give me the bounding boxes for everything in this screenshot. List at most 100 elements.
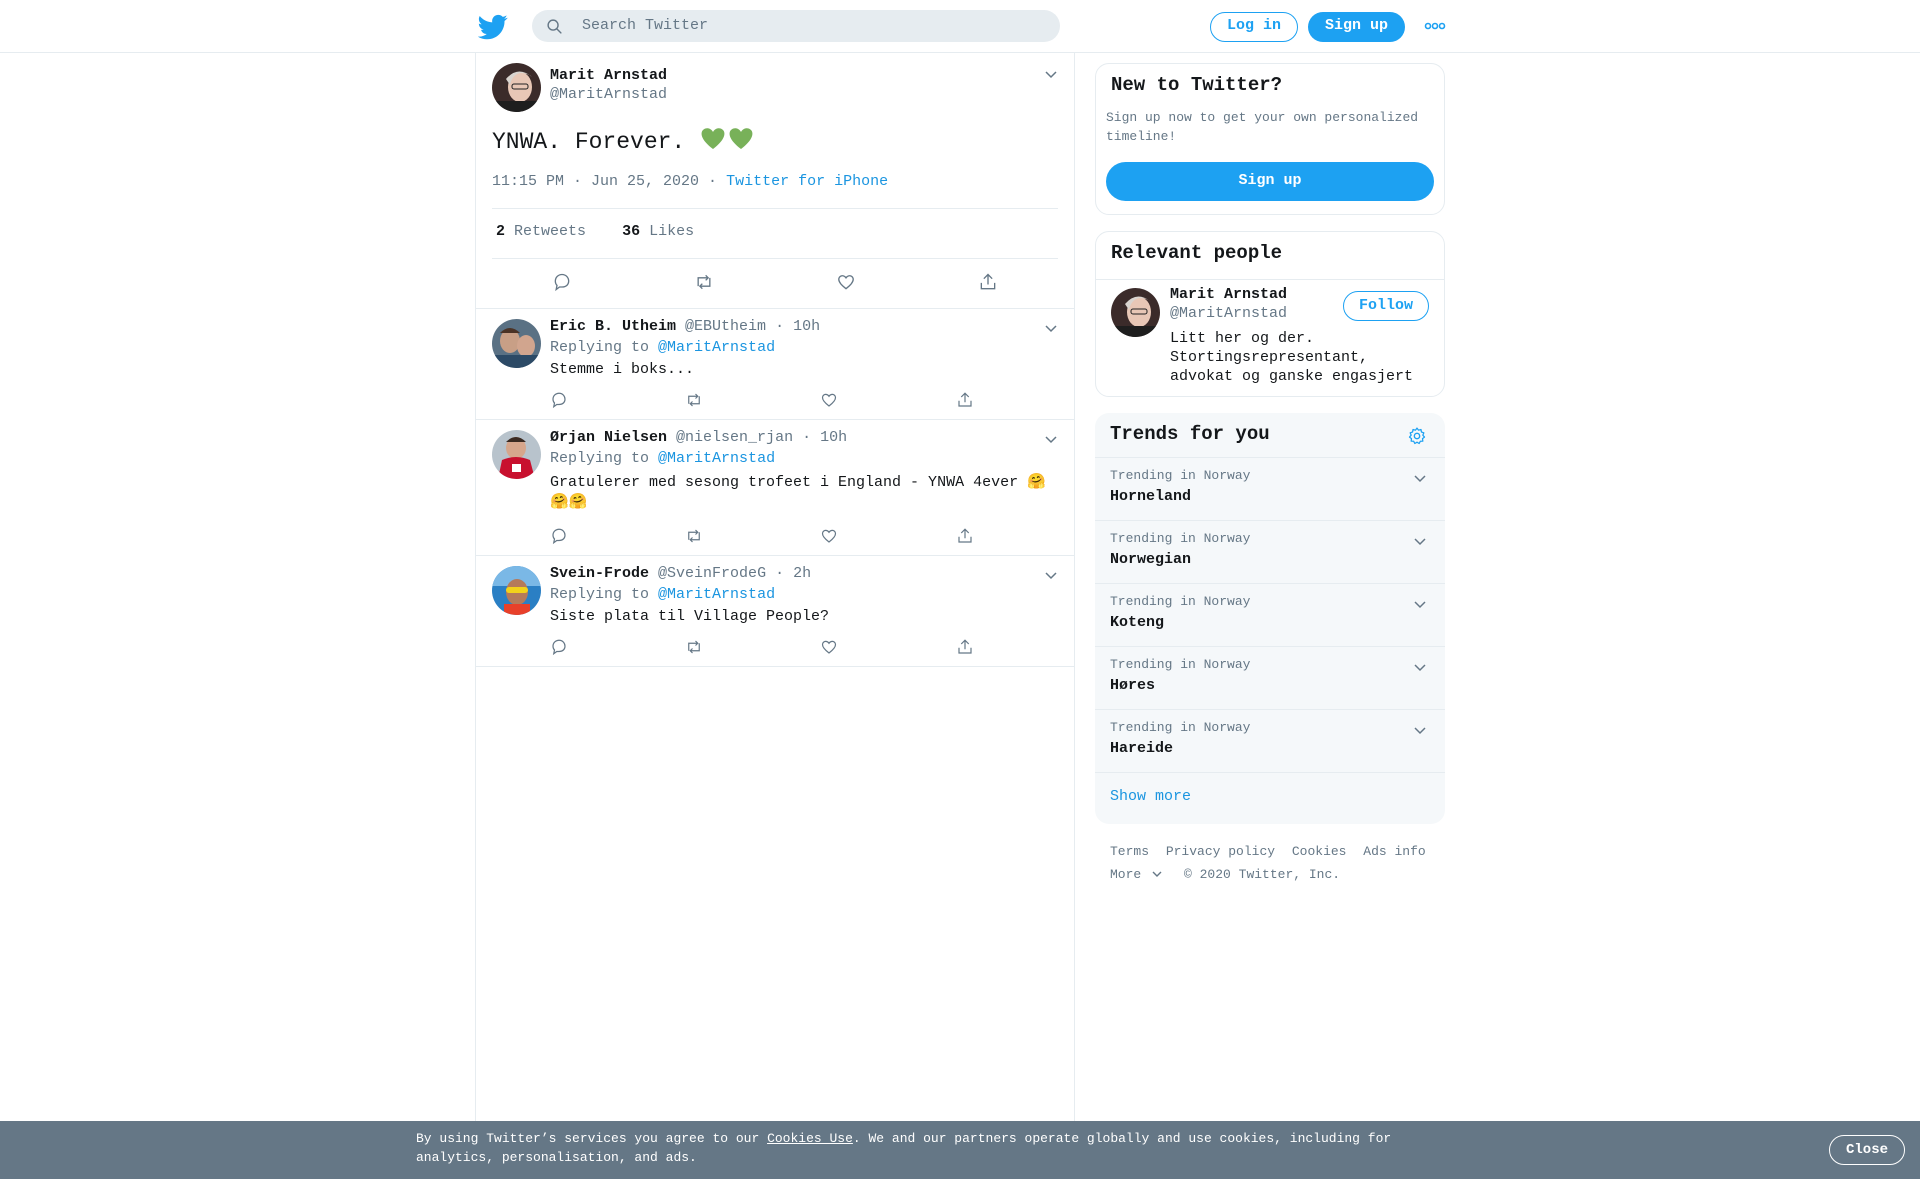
- reply-icon[interactable]: [550, 638, 568, 656]
- replying-to-line: Replying to @MaritArnstad: [550, 586, 775, 603]
- tweet-author-handle[interactable]: @MaritArnstad: [550, 86, 667, 103]
- sidebar-signup-button[interactable]: Sign up: [1106, 162, 1434, 201]
- chevron-down-icon[interactable]: [1044, 321, 1058, 335]
- share-icon[interactable]: [956, 391, 974, 409]
- search-bar[interactable]: Search Twitter: [532, 10, 1060, 42]
- like-icon[interactable]: [836, 272, 856, 292]
- show-more-link[interactable]: Show more: [1110, 788, 1191, 805]
- twitter-bird-icon[interactable]: [478, 12, 508, 42]
- like-icon[interactable]: [820, 527, 838, 545]
- trend-item[interactable]: Trending in Norway Koteng: [1095, 584, 1445, 647]
- relevant-people-title: Relevant people: [1111, 242, 1283, 264]
- trend-name[interactable]: Norwegian: [1110, 551, 1191, 568]
- share-icon[interactable]: [978, 272, 998, 292]
- retweet-icon[interactable]: [694, 272, 714, 292]
- chevron-down-icon[interactable]: [1413, 660, 1427, 674]
- person-name[interactable]: Marit Arnstad: [1170, 286, 1287, 303]
- reply-tweet[interactable]: Svein-Frode @SveinFrodeG · 2h Replying t…: [476, 556, 1074, 667]
- more-label: More: [1110, 867, 1142, 882]
- reply-author-name[interactable]: Svein-Frode: [550, 565, 649, 582]
- ads-info-link[interactable]: Ads info: [1363, 844, 1425, 859]
- avatar[interactable]: [1111, 288, 1160, 337]
- reply-author-handle[interactable]: @SveinFrodeG: [658, 565, 766, 582]
- reply-time[interactable]: · 2h: [775, 565, 811, 582]
- chevron-down-icon[interactable]: [1044, 67, 1058, 81]
- divider: [492, 258, 1058, 259]
- trend-item[interactable]: Trending in Norway Horneland: [1095, 458, 1445, 521]
- reply-icon[interactable]: [552, 272, 572, 292]
- replying-to-link[interactable]: @MaritArnstad: [658, 339, 775, 356]
- reply-icon[interactable]: [550, 391, 568, 409]
- trend-item[interactable]: Trending in Norway Høres: [1095, 647, 1445, 710]
- cookies-use-link[interactable]: Cookies Use: [767, 1131, 853, 1146]
- chevron-down-icon[interactable]: [1413, 723, 1427, 737]
- cookie-banner-text: By using Twitter’s services you agree to…: [416, 1129, 1416, 1167]
- terms-link[interactable]: Terms: [1110, 844, 1149, 859]
- more-menu[interactable]: More: [1110, 867, 1162, 882]
- cookies-link[interactable]: Cookies: [1292, 844, 1347, 859]
- avatar[interactable]: [492, 63, 541, 112]
- retweet-icon[interactable]: [685, 391, 703, 409]
- reply-author-name[interactable]: Eric B. Utheim: [550, 318, 676, 335]
- replying-to-link[interactable]: @MaritArnstad: [658, 586, 775, 603]
- chevron-down-icon[interactable]: [1413, 471, 1427, 485]
- reply-text: Gratulerer med sesong trofeet i England …: [550, 474, 1046, 511]
- tweet-stats: 2 Retweets 36 Likes: [496, 223, 694, 240]
- tweet-timestamp[interactable]: 11:15 PM · Jun 25, 2020 ·: [492, 173, 717, 190]
- reply-time[interactable]: · 10h: [775, 318, 820, 335]
- more-options-icon[interactable]: [1424, 20, 1446, 32]
- reply-icon[interactable]: [550, 527, 568, 545]
- replying-to-link[interactable]: @MaritArnstad: [658, 450, 775, 467]
- signup-button[interactable]: Sign up: [1308, 12, 1405, 42]
- share-icon[interactable]: [956, 638, 974, 656]
- tweet-meta: 11:15 PM · Jun 25, 2020 · Twitter for iP…: [492, 173, 888, 190]
- cookie-text-before: By using Twitter’s services you agree to…: [416, 1131, 768, 1146]
- login-button[interactable]: Log in: [1210, 12, 1298, 42]
- trend-context: Trending in Norway: [1110, 531, 1251, 546]
- share-icon[interactable]: [956, 527, 974, 545]
- like-icon[interactable]: [820, 638, 838, 656]
- trend-context: Trending in Norway: [1110, 720, 1251, 735]
- search-input[interactable]: Search Twitter: [582, 17, 708, 34]
- top-navigation-bar: Search Twitter Log in Sign up: [0, 0, 1920, 53]
- chevron-down-icon[interactable]: [1044, 568, 1058, 582]
- privacy-link[interactable]: Privacy policy: [1166, 844, 1275, 859]
- reply-tweet[interactable]: Eric B. Utheim @EBUtheim · 10h Replying …: [476, 309, 1074, 420]
- trend-name[interactable]: Koteng: [1110, 614, 1164, 631]
- tweet-source-link[interactable]: Twitter for iPhone: [726, 173, 888, 190]
- retweet-icon[interactable]: [685, 638, 703, 656]
- avatar[interactable]: [492, 319, 541, 368]
- green-heart-icon: [699, 125, 757, 158]
- chevron-down-icon[interactable]: [1044, 432, 1058, 446]
- trend-item[interactable]: Trending in Norway Norwegian: [1095, 521, 1445, 584]
- focal-tweet: Marit Arnstad @MaritArnstad YNWA. Foreve…: [476, 53, 1074, 309]
- like-icon[interactable]: [820, 391, 838, 409]
- follow-button[interactable]: Follow: [1343, 291, 1429, 321]
- reply-author-handle[interactable]: @nielsen_rjan: [676, 429, 793, 446]
- reply-time[interactable]: · 10h: [802, 429, 847, 446]
- retweet-icon[interactable]: [685, 527, 703, 545]
- chevron-down-icon[interactable]: [1413, 597, 1427, 611]
- tweet-text-content: YNWA. Forever.: [492, 129, 686, 155]
- likes-stat[interactable]: 36 Likes: [622, 223, 694, 240]
- reply-author-name[interactable]: Ørjan Nielsen: [550, 429, 667, 446]
- avatar[interactable]: [492, 430, 541, 479]
- tweet-author-name[interactable]: Marit Arnstad: [550, 67, 667, 84]
- reply-tweet[interactable]: Ørjan Nielsen @nielsen_rjan · 10h Replyi…: [476, 420, 1074, 556]
- new-to-twitter-card: New to Twitter? Sign up now to get your …: [1095, 63, 1445, 215]
- trend-name[interactable]: Hareide: [1110, 740, 1173, 757]
- trend-item[interactable]: Trending in Norway Hareide: [1095, 710, 1445, 773]
- tweet-text: YNWA. Forever.: [492, 125, 757, 158]
- reply-author-handle[interactable]: @EBUtheim: [685, 318, 766, 335]
- replying-prefix: Replying to: [550, 339, 650, 356]
- retweets-stat[interactable]: 2 Retweets: [496, 223, 586, 240]
- trend-name[interactable]: Høres: [1110, 677, 1155, 694]
- trend-name[interactable]: Horneland: [1110, 488, 1191, 505]
- person-handle[interactable]: @MaritArnstad: [1170, 305, 1287, 322]
- avatar[interactable]: [492, 566, 541, 615]
- close-button[interactable]: Close: [1829, 1135, 1905, 1165]
- reply-text: Siste plata til Village People?: [550, 608, 830, 625]
- gear-icon[interactable]: [1407, 426, 1427, 446]
- chevron-down-icon[interactable]: [1413, 534, 1427, 548]
- divider: [1096, 279, 1444, 280]
